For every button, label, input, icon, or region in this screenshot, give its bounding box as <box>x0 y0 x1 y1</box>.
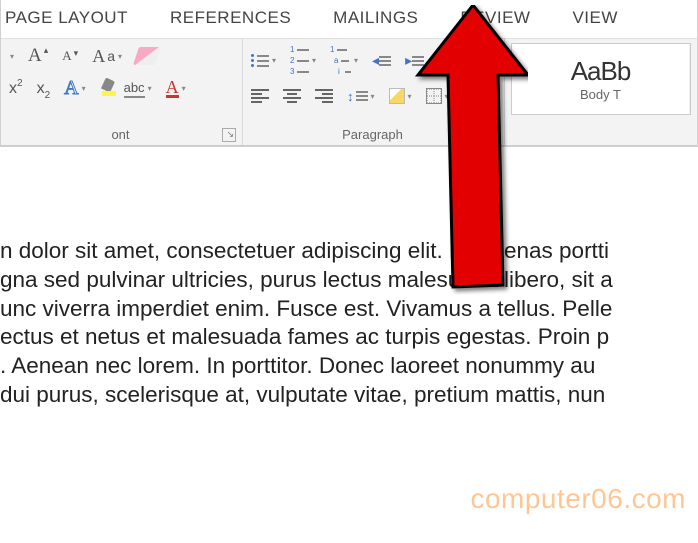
group-paragraph: ▾ 1 2 3 ▾ 1 a i ▾ <box>243 39 505 145</box>
group-label-paragraph: Paragraph ↘ <box>249 125 496 143</box>
change-case-button[interactable]: Aa▾ <box>90 44 124 69</box>
style-name-label: Body T <box>580 87 621 102</box>
multilevel-icon: 1 a i <box>330 45 351 76</box>
decrease-indent-icon: ◂ <box>372 52 391 69</box>
numbering-icon: 1 2 3 <box>290 45 309 76</box>
sort-button[interactable]: AZ↓ <box>436 49 454 73</box>
align-right-icon <box>315 89 333 103</box>
borders-button[interactable]: ▾ <box>424 84 451 108</box>
align-left-icon <box>251 89 269 103</box>
align-right-button[interactable] <box>313 84 335 108</box>
superscript-button[interactable]: x <box>7 77 25 101</box>
show-hide-button[interactable]: ¶ <box>464 48 478 73</box>
tab-review[interactable]: REVIEW <box>460 8 530 28</box>
highlighter-icon <box>100 79 122 99</box>
tab-page-layout[interactable]: PAGE LAYOUT <box>5 8 128 28</box>
borders-icon <box>426 88 442 104</box>
align-center-button[interactable] <box>281 84 303 108</box>
font-dialog-launcher[interactable]: ↘ <box>222 128 236 142</box>
font-dropdown[interactable]: ▾ <box>7 44 16 68</box>
document-body-text[interactable]: n dolor sit amet, consectetuer adipiscin… <box>0 237 698 410</box>
paragraph-dialog-launcher[interactable]: ↘ <box>484 128 498 142</box>
tab-mailings[interactable]: MAILINGS <box>333 8 418 28</box>
increase-indent-button[interactable]: ▸ <box>403 49 426 73</box>
subscript-button[interactable]: x <box>35 77 53 101</box>
clear-formatting-button[interactable] <box>134 44 160 68</box>
highlight-button[interactable]: abc ▾ <box>98 77 154 101</box>
ribbon-container: PAGE LAYOUT REFERENCES MAILINGS REVIEW V… <box>0 0 698 147</box>
pilcrow-icon: ¶ <box>466 50 476 71</box>
styles-gallery[interactable]: AaBb Body T <box>511 43 691 115</box>
shrink-font-button[interactable]: A▾ <box>60 44 80 68</box>
bullets-icon <box>251 54 269 67</box>
numbering-button[interactable]: 1 2 3 ▾ <box>288 43 318 78</box>
tab-view[interactable]: VIEW <box>572 8 617 28</box>
shading-icon <box>389 88 405 104</box>
decrease-indent-button[interactable]: ◂ <box>370 49 393 73</box>
multilevel-list-button[interactable]: 1 a i ▾ <box>328 43 360 78</box>
align-center-icon <box>283 89 301 103</box>
tab-references[interactable]: REFERENCES <box>170 8 291 28</box>
ribbon-body: ▾ A▴ A▾ Aa▾ x x A▾ abc ▾ A▾ <box>1 38 697 146</box>
group-label-styles <box>511 125 691 143</box>
font-color-button[interactable]: A▾ <box>164 77 188 101</box>
group-font: ▾ A▴ A▾ Aa▾ x x A▾ abc ▾ A▾ <box>1 39 243 145</box>
watermark-text: computer06.com <box>470 483 686 515</box>
style-preview-text: AaBb <box>571 56 631 87</box>
eraser-icon <box>133 47 161 65</box>
group-styles: AaBb Body T <box>505 39 697 145</box>
line-spacing-button[interactable]: ↕▾ <box>345 84 377 108</box>
align-left-button[interactable] <box>249 84 271 108</box>
shading-button[interactable]: ▾ <box>387 84 414 108</box>
style-body-text[interactable]: AaBb Body T <box>512 44 690 114</box>
document-area[interactable]: n dolor sit amet, consectetuer adipiscin… <box>0 147 698 410</box>
text-effects-button[interactable]: A▾ <box>62 75 87 102</box>
sort-icon: AZ <box>438 52 445 70</box>
line-spacing-icon: ↕ <box>347 89 368 104</box>
ribbon-tabs: PAGE LAYOUT REFERENCES MAILINGS REVIEW V… <box>1 0 697 38</box>
group-label-font: ont ↘ <box>7 125 234 143</box>
grow-font-button[interactable]: A▴ <box>26 43 50 69</box>
increase-indent-icon: ▸ <box>405 52 424 69</box>
bullets-button[interactable]: ▾ <box>249 49 278 73</box>
